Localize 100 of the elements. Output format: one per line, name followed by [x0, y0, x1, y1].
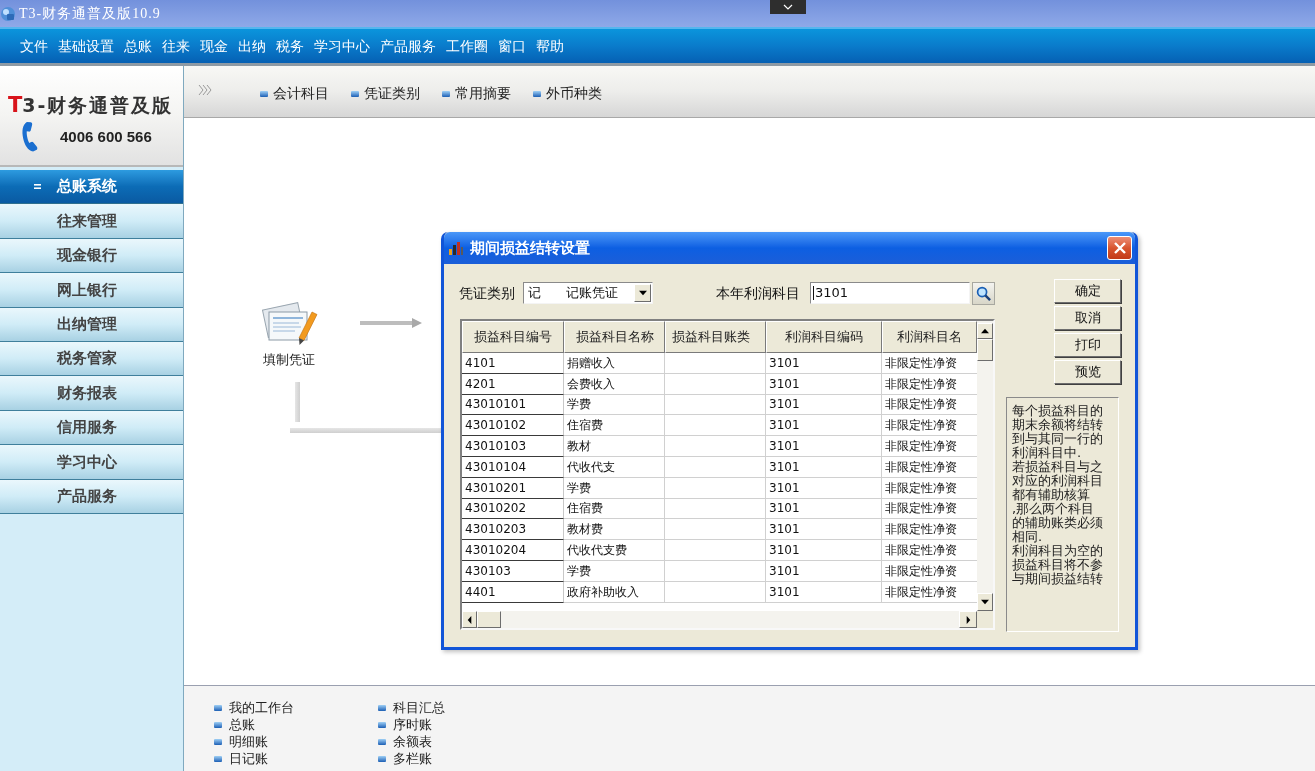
dialog-button[interactable]: 取消: [1054, 306, 1121, 330]
toolbar-link[interactable]: 常用摘要: [455, 83, 511, 104]
scroll-left-button[interactable]: [462, 611, 477, 628]
triangle-down-icon: [981, 599, 989, 605]
table-cell: 学费: [564, 560, 665, 582]
toolbar-link[interactable]: 外币种类: [546, 83, 602, 104]
menu-item[interactable]: 基础设置: [58, 37, 114, 55]
close-icon: [1113, 242, 1126, 254]
table-cell: 会费收入: [564, 373, 665, 395]
dialog-button[interactable]: 打印: [1054, 333, 1121, 357]
table-cell: 43010201: [462, 477, 564, 499]
sidebar-item[interactable]: 财务报表: [0, 376, 183, 411]
note-line: 的辅助账类必须: [1012, 516, 1103, 530]
scroll-down-button[interactable]: [977, 593, 993, 611]
quick-link[interactable]: 明细账: [229, 733, 268, 750]
table-cell: 3101: [766, 353, 882, 374]
sidebar-item[interactable]: 网上银行: [0, 273, 183, 308]
quick-link[interactable]: 总账: [229, 716, 255, 733]
triangle-down-icon: [638, 290, 647, 296]
sidebar-item[interactable]: 往来管理: [0, 204, 183, 239]
quick-link[interactable]: 余额表: [393, 733, 432, 750]
table-cell: 43010204: [462, 540, 564, 561]
sidebar-item[interactable]: 信用服务: [0, 410, 183, 446]
menu-item[interactable]: 帮助: [536, 37, 564, 55]
table-cell: 3101: [766, 540, 882, 561]
phone-number: 4006 600 566: [60, 126, 152, 147]
horizontal-scrollbar[interactable]: [462, 611, 977, 628]
menu-item[interactable]: 现金: [200, 37, 228, 55]
column-header[interactable]: 损益科目编号: [462, 321, 564, 353]
column-header[interactable]: 损益科目名称: [564, 321, 665, 353]
table-cell: 43010203: [462, 519, 564, 541]
menu-item[interactable]: 总账: [124, 37, 152, 55]
workflow-node[interactable]: 填制凭证: [253, 300, 325, 370]
table-cell: 3101: [766, 394, 882, 416]
menu-item[interactable]: 学习中心: [314, 37, 370, 55]
bullet-icon: [378, 738, 386, 745]
quick-link[interactable]: 日记账: [229, 750, 268, 767]
menu-item[interactable]: 税务: [276, 37, 304, 55]
note-line: 都有辅助核算: [1012, 488, 1090, 502]
note-line: 若损益科目与之: [1012, 460, 1103, 474]
scroll-thumb[interactable]: [477, 611, 501, 628]
table-cell: 3101: [766, 519, 882, 541]
dialog-button[interactable]: 确定: [1054, 279, 1121, 303]
triangle-up-icon: [981, 328, 989, 334]
quick-link[interactable]: 我的工作台: [229, 699, 294, 716]
field-label: 本年利润科目: [716, 283, 800, 303]
note-line: 利润科目为空的: [1012, 544, 1103, 558]
dialog-button[interactable]: 预览: [1054, 360, 1121, 384]
search-icon: [976, 285, 991, 301]
sidebar-item[interactable]: 学习中心: [0, 445, 183, 480]
search-button[interactable]: [972, 281, 995, 305]
field-label: 凭证类别: [459, 283, 515, 303]
table-cell: 4401: [462, 581, 564, 603]
sidebar-item[interactable]: 出纳管理: [0, 307, 183, 342]
scroll-up-button[interactable]: [977, 323, 993, 339]
menu-item[interactable]: 工作圈: [446, 37, 488, 55]
menu-item[interactable]: 出纳: [238, 37, 266, 55]
bullet-icon: [533, 90, 541, 97]
sidebar-item[interactable]: 总账系统: [0, 170, 183, 205]
table-cell: 学费: [564, 394, 665, 416]
quick-link[interactable]: 多栏账: [393, 750, 432, 767]
menu-item[interactable]: 文件: [20, 37, 48, 55]
column-header[interactable]: 损益科目账类: [665, 321, 766, 353]
profit-account-input[interactable]: 3101: [810, 282, 970, 304]
sidebar-item[interactable]: 现金银行: [0, 238, 183, 274]
bullet-icon: [378, 721, 386, 728]
column-header[interactable]: 利润科目名: [882, 321, 977, 353]
table-cell: 43010103: [462, 436, 564, 457]
bullet-icon: [442, 90, 450, 97]
toolbar-link[interactable]: 凭证类别: [364, 83, 420, 104]
scroll-thumb[interactable]: [977, 339, 993, 361]
note-line: 相同.: [1012, 530, 1043, 544]
quick-link[interactable]: 科目汇总: [393, 699, 445, 716]
app-icon: [0, 5, 16, 22]
column-header[interactable]: 利润科目编码: [766, 321, 882, 353]
table-cell: 3101: [766, 498, 882, 520]
scroll-right-button[interactable]: [959, 611, 977, 628]
close-button[interactable]: [1107, 236, 1132, 260]
bullet-icon: [260, 90, 268, 97]
table-cell: 43010202: [462, 498, 564, 520]
menu-item[interactable]: 窗口: [498, 37, 526, 55]
table-cell: 教材: [564, 436, 665, 457]
vertical-scrollbar[interactable]: [977, 321, 993, 611]
note-line: 对应的利润科目: [1012, 474, 1103, 488]
dropdown-button[interactable]: [634, 284, 651, 302]
pull-down-handle[interactable]: [770, 0, 806, 14]
document-pen-icon: [259, 300, 319, 346]
table-cell: 4101: [462, 353, 564, 374]
note-line: 利润科目中.: [1012, 446, 1082, 460]
text-cursor-icon: [813, 286, 814, 300]
table-cell: 代收代支费: [564, 540, 665, 561]
menu-item[interactable]: 往来: [162, 37, 190, 55]
menu-item[interactable]: 产品服务: [380, 37, 436, 55]
table-cell: 4201: [462, 373, 564, 395]
voucher-type-select[interactable]: 记 记账凭证: [523, 282, 653, 304]
sidebar-item[interactable]: 税务管家: [0, 341, 183, 377]
quick-link[interactable]: 序时账: [393, 716, 432, 733]
bullet-icon: [351, 90, 359, 97]
sidebar-item[interactable]: 产品服务: [0, 479, 183, 514]
toolbar-link[interactable]: 会计科目: [273, 83, 329, 104]
